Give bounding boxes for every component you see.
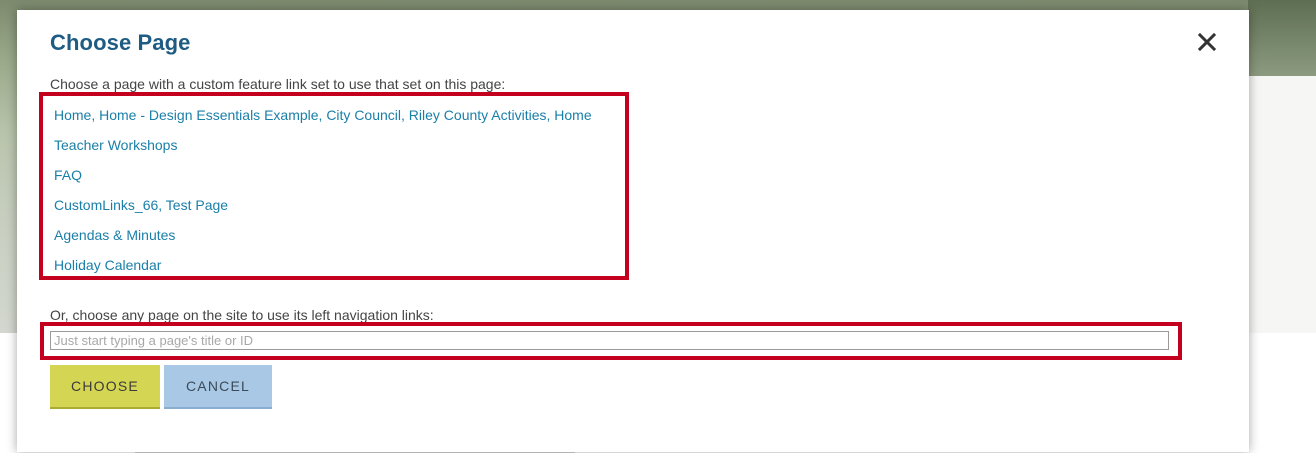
page-search-instruction: Or, choose any page on the site to use i… bbox=[50, 307, 434, 323]
link-set-instruction: Choose a page with a custom feature link… bbox=[50, 76, 506, 92]
close-icon bbox=[1197, 32, 1217, 52]
choose-button[interactable]: CHOOSE bbox=[50, 365, 160, 409]
list-item: Teacher Workshops bbox=[54, 137, 592, 167]
list-item: FAQ bbox=[54, 167, 592, 197]
link-set-item[interactable]: Teacher Workshops bbox=[54, 137, 177, 153]
choose-page-dialog: Choose Page Choose a page with a custom … bbox=[17, 10, 1249, 452]
link-set-item[interactable]: Holiday Calendar bbox=[54, 257, 161, 273]
background-photo-edge bbox=[1248, 0, 1316, 76]
page-search-input[interactable] bbox=[50, 331, 1169, 350]
list-item: CustomLinks_66, Test Page bbox=[54, 197, 592, 227]
list-item: Home, Home - Design Essentials Example, … bbox=[54, 107, 592, 137]
cancel-button[interactable]: CANCEL bbox=[164, 365, 272, 409]
link-set-list: Home, Home - Design Essentials Example, … bbox=[54, 107, 592, 287]
link-set-item[interactable]: CustomLinks_66, Test Page bbox=[54, 197, 228, 213]
link-set-item[interactable]: Home, Home - Design Essentials Example, … bbox=[54, 107, 592, 123]
close-button[interactable] bbox=[1195, 30, 1219, 54]
list-item: Agendas & Minutes bbox=[54, 227, 592, 257]
link-set-item[interactable]: FAQ bbox=[54, 167, 82, 183]
link-set-item[interactable]: Agendas & Minutes bbox=[54, 227, 175, 243]
list-item: Holiday Calendar bbox=[54, 257, 592, 287]
background-panel bbox=[1248, 76, 1316, 334]
dialog-title: Choose Page bbox=[50, 30, 191, 55]
